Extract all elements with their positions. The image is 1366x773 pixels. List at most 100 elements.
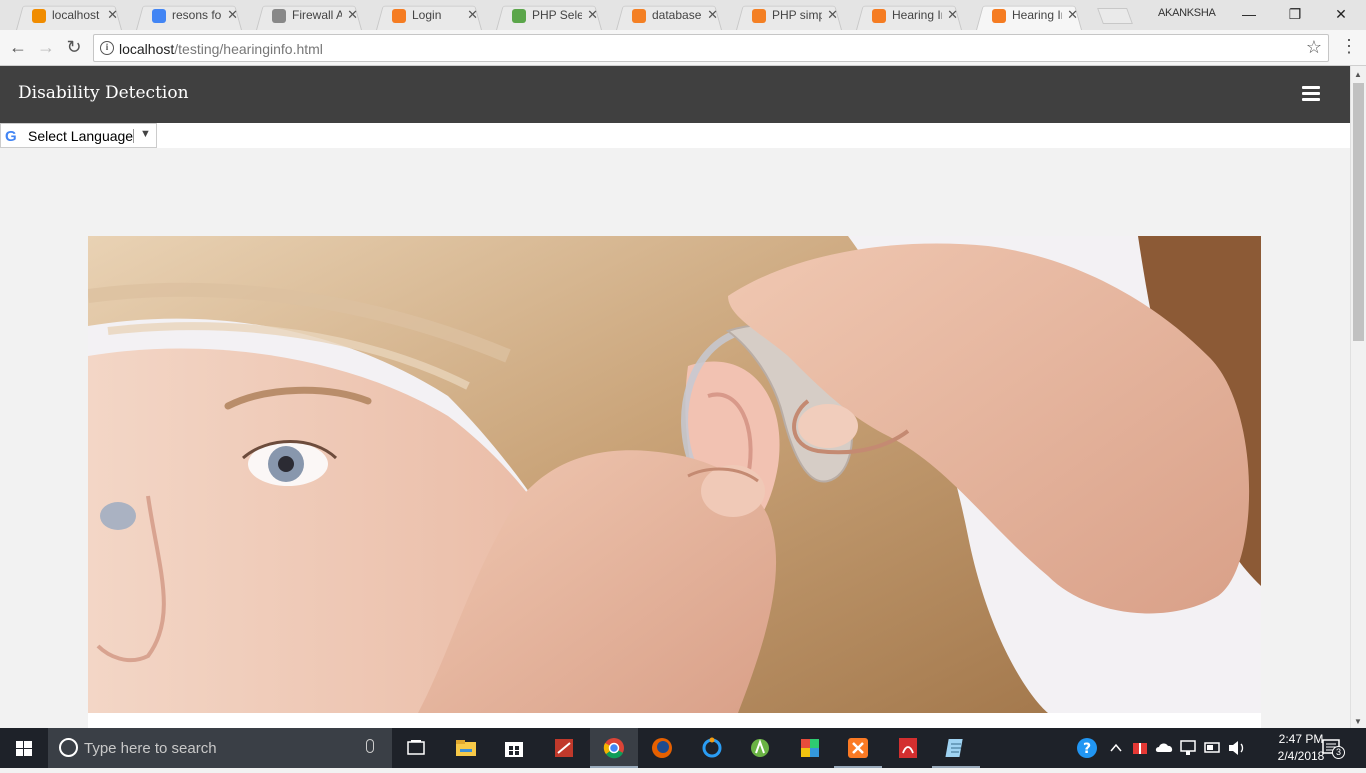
acrobat-button[interactable] [884,728,932,768]
tray-chevron-up-icon[interactable] [1108,728,1124,768]
site-brand[interactable]: Disability Detection [18,83,189,103]
new-tab-button[interactable] [1097,8,1133,24]
gift-icon[interactable] [1130,728,1150,768]
reload-icon[interactable]: ↻ [62,36,86,60]
close-tab-icon[interactable]: ✕ [707,2,718,28]
task-view-button[interactable] [392,728,440,768]
scroll-thumb[interactable] [1353,83,1364,341]
svg-text:?: ? [1083,741,1091,757]
browser-menu-icon[interactable]: ⋮ [1340,36,1358,57]
google-icon: G [5,128,17,145]
taskbar-search-box[interactable]: Type here to search [48,728,392,768]
close-tab-icon[interactable]: ✕ [347,2,358,28]
clock-date: 2/4/2018 [1277,749,1325,763]
url-text[interactable]: localhost/testing/hearinginfo.html [119,41,323,57]
browser-toolbar: ← → ↻ i localhost/testing/hearinginfo.ht… [0,30,1366,66]
site-navbar: Disability Detection [0,66,1350,123]
browser-tab[interactable]: PHP Select ✕ [490,2,608,30]
battery-icon[interactable] [1202,728,1224,768]
close-tab-icon[interactable]: ✕ [587,2,598,28]
tab-title: localhost / [52,8,102,22]
language-select-label: Select Language [28,128,134,144]
app-blue-ring-button[interactable] [688,728,736,768]
restore-button[interactable]: ❐ [1272,0,1318,30]
folder-icon [456,740,476,756]
tab-strip: localhost /✕resons for l✕Firewall Aut✕Lo… [0,0,1366,30]
xampp-button[interactable] [834,728,882,768]
tab-title: PHP simple [772,8,822,22]
start-button[interactable] [0,728,48,768]
info-icon[interactable]: i [100,41,114,55]
hamburger-menu-icon[interactable] [1302,86,1320,101]
browser-tab[interactable]: database - ✕ [610,2,728,30]
tab-title: resons for l [172,8,222,22]
chrome-icon [603,738,624,759]
network-icon[interactable] [1178,728,1200,768]
notepad-icon [945,739,963,757]
close-window-button[interactable]: ✕ [1318,0,1364,30]
browser-tab[interactable]: localhost / ✕ [10,2,128,30]
volume-icon[interactable] [1226,728,1248,768]
store-button[interactable] [490,728,538,768]
browser-tab[interactable]: PHP simple ✕ [730,2,848,30]
app-red-button[interactable] [540,728,588,768]
windows-logo-icon [16,741,32,756]
help-icon[interactable]: ? [1074,728,1100,768]
close-tab-icon[interactable]: ✕ [1067,2,1078,28]
acrobat-icon [899,738,917,758]
colorful-app-icon [801,739,819,757]
close-tab-icon[interactable]: ✕ [827,2,838,28]
windows-taskbar: Type here to search ? 2:47 PM 2/4/2018 3 [0,728,1366,768]
browser-tab[interactable]: Hearing Im ✕ [850,2,968,30]
tab-title: Firewall Aut [292,8,342,22]
tab-title: Hearing Im [892,8,942,22]
firefox-button[interactable] [638,728,686,768]
android-studio-button[interactable] [736,728,784,768]
close-tab-icon[interactable]: ✕ [947,2,958,28]
browser-tab[interactable]: Hearing Im ✕ [970,2,1088,30]
browser-tab[interactable]: Login ✕ [370,2,488,30]
tab-title: PHP Select [532,8,582,22]
back-arrow-icon[interactable]: ← [6,36,30,60]
cortana-icon [59,738,78,757]
app-colorful-button[interactable] [786,728,834,768]
close-tab-icon[interactable]: ✕ [467,2,478,28]
firefox-icon [652,738,672,758]
page-scrollbar[interactable]: ▲ ▼ [1350,66,1366,728]
onedrive-cloud-icon[interactable] [1154,728,1176,768]
close-tab-icon[interactable]: ✕ [107,2,118,28]
address-bar[interactable]: i localhost/testing/hearinginfo.html ☆ [93,34,1329,62]
browser-tab[interactable]: resons for l ✕ [130,2,248,30]
profile-name[interactable]: AKANKSHA [1158,7,1216,19]
tab-title: database - [652,8,702,22]
language-bar: G Select Language ▼ [0,123,1350,148]
hearing-aid-illustration [88,236,1261,713]
scroll-up-arrow-icon[interactable]: ▲ [1354,70,1362,79]
minimize-button[interactable]: — [1226,0,1272,30]
clock-time: 2:47 PM [1278,732,1324,746]
action-center-button[interactable]: 3 [1322,738,1345,759]
hearing-aid-photo [88,236,1261,713]
red-app-icon [555,739,573,757]
content-card-edge [88,713,1261,728]
task-view-icon [407,740,425,755]
forward-arrow-icon[interactable]: → [34,36,58,60]
file-explorer-button[interactable] [442,728,490,768]
search-placeholder: Type here to search [84,740,217,757]
tab-title: Login [412,8,442,22]
language-select[interactable]: G Select Language ▼ [0,123,157,148]
browser-tab[interactable]: Firewall Aut ✕ [250,2,368,30]
store-icon [505,742,523,757]
bookmark-star-icon[interactable]: ☆ [1306,37,1322,58]
scroll-down-arrow-icon[interactable]: ▼ [1354,717,1362,726]
divider [133,129,134,143]
system-clock[interactable]: 2:47 PM 2/4/2018 [1276,731,1326,765]
close-tab-icon[interactable]: ✕ [227,2,238,28]
microphone-icon[interactable] [366,739,374,753]
tab-title: Hearing Im [1012,8,1062,22]
blue-ring-icon [702,737,722,758]
dropdown-arrow-icon: ▼ [140,128,151,140]
notification-count: 3 [1332,746,1345,759]
chrome-button[interactable] [590,728,638,768]
notepad-button[interactable] [932,728,980,768]
